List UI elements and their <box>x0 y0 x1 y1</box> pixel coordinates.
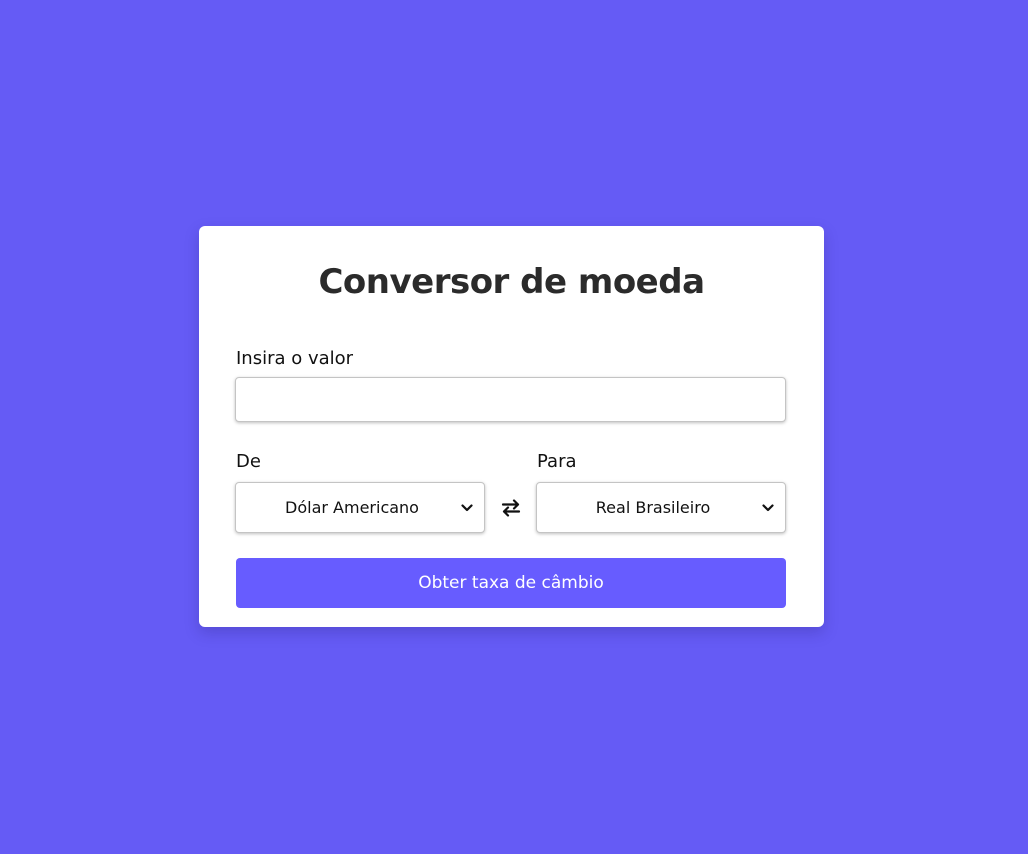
to-label: Para <box>537 451 577 472</box>
amount-input[interactable] <box>235 377 786 422</box>
to-currency-value: Real Brasileiro <box>595 498 711 517</box>
from-label: De <box>236 451 261 472</box>
chevron-down-icon <box>456 503 478 512</box>
page-title: Conversor de moeda <box>318 262 705 302</box>
get-exchange-rate-button[interactable]: Obter taxa de câmbio <box>236 558 786 608</box>
amount-label: Insira o valor <box>236 348 354 369</box>
converter-card: Conversor de moeda Insira o valor De Par… <box>199 226 824 627</box>
from-currency-value: Dólar Americano <box>285 498 419 517</box>
to-currency-select[interactable]: Real Brasileiro <box>536 482 786 533</box>
from-currency-select[interactable]: Dólar Americano <box>235 482 485 533</box>
swap-arrows-icon[interactable] <box>496 496 526 520</box>
chevron-down-icon <box>757 503 779 512</box>
